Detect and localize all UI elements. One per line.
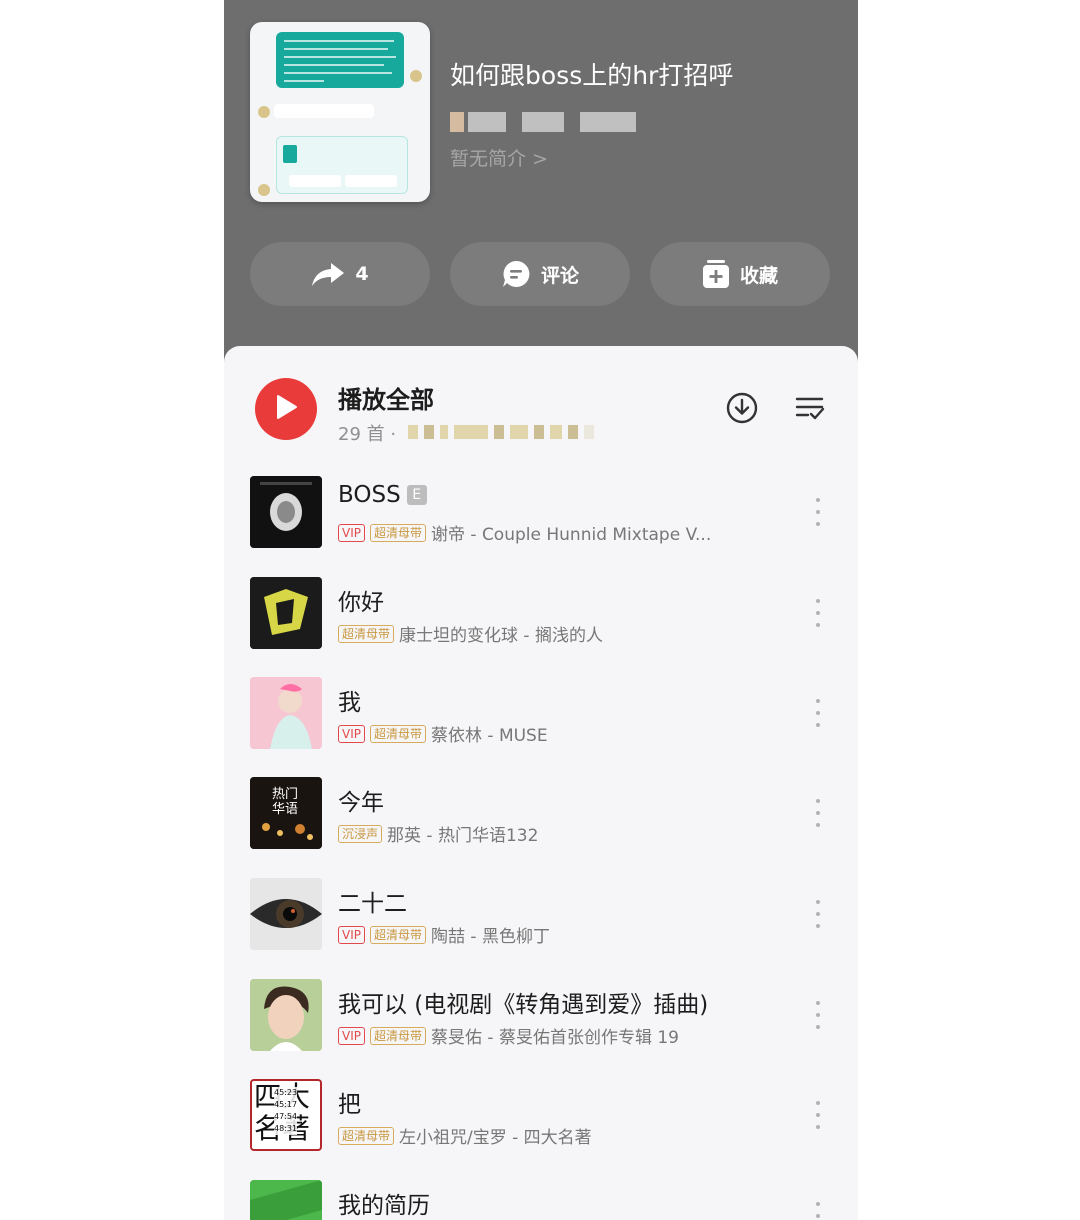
- song-meta: 沉浸声 那英 - 热门华语132: [338, 821, 538, 846]
- song-count: 29 首 ·: [338, 424, 397, 445]
- play-all-label[interactable]: 播放全部: [338, 380, 434, 415]
- song-meta: VIP 超清母带 陶喆 - 黑色柳丁: [338, 922, 550, 947]
- album-cover: 四大名著 45:23 45:17 47:54 48:31: [250, 1079, 322, 1151]
- song-row[interactable]: BOSS E VIP 超清母带 谢帝 - Couple Hunnid Mixtap…: [224, 476, 858, 576]
- song-meta: VIP 超清母带 蔡依林 - MUSE: [338, 721, 548, 746]
- more-options-button[interactable]: [814, 1101, 822, 1129]
- album-cover: [250, 677, 322, 749]
- song-row[interactable]: 热门 华语 今年 沉浸声 那英 - 热门华语132: [224, 777, 858, 877]
- song-row[interactable]: 我 VIP 超清母带 蔡依林 - MUSE: [224, 677, 858, 777]
- more-options-button[interactable]: [814, 498, 822, 526]
- cover-resume-card: [276, 136, 408, 194]
- album-cover: [250, 1180, 322, 1220]
- quality-tag: 超清母带: [369, 724, 426, 743]
- song-row[interactable]: 我的简历: [224, 1180, 858, 1220]
- playlist-cover[interactable]: [250, 22, 430, 202]
- share-count: 4: [355, 263, 369, 285]
- playlist-title: 如何跟boss上的hr打招呼: [450, 61, 734, 90]
- quality-tag: 超清母带: [369, 1026, 426, 1045]
- song-row[interactable]: 二十二 VIP 超清母带 陶喆 - 黑色柳丁: [224, 878, 858, 978]
- playlist-header: 如何跟boss上的hr打招呼 暂无简介 > 4 评论 收藏: [224, 0, 858, 370]
- quality-tag: 超清母带: [338, 1126, 395, 1145]
- share-icon: [311, 261, 345, 287]
- album-cover: 热门 华语: [250, 777, 322, 849]
- vip-tag: VIP: [338, 523, 365, 542]
- album-cover: [250, 878, 322, 950]
- song-meta: 超清母带 左小祖咒/宝罗 - 四大名著: [338, 1123, 592, 1148]
- play-icon: [274, 394, 298, 424]
- comment-label: 评论: [540, 264, 579, 287]
- artist-album: 那英 - 热门华语132: [387, 826, 539, 846]
- vip-tag: VIP: [338, 925, 365, 944]
- song-row[interactable]: 我可以 (电视剧《转角遇到爱》插曲) VIP 超清母带 蔡旻佑 - 蔡旻佑首张创…: [224, 979, 858, 1079]
- multi-select-button[interactable]: [790, 390, 830, 430]
- song-meta: VIP 超清母带 蔡旻佑 - 蔡旻佑首张创作专辑 19: [338, 1023, 679, 1048]
- vip-tag: VIP: [338, 724, 365, 743]
- artist-album: 蔡依林 - MUSE: [431, 726, 548, 746]
- add-collection-icon: [702, 259, 730, 289]
- artist-album: 蔡旻佑 - 蔡旻佑首张创作专辑 19: [431, 1028, 679, 1048]
- song-row[interactable]: 你好 超清母带 康士坦的变化球 - 搁浅的人: [224, 577, 858, 677]
- playlist-intro-link[interactable]: 暂无简介 >: [450, 144, 548, 171]
- more-options-button[interactable]: [814, 799, 822, 827]
- more-options-button[interactable]: [814, 900, 822, 928]
- song-meta: 超清母带 康士坦的变化球 - 搁浅的人: [338, 621, 603, 646]
- update-info-blurred: [408, 424, 600, 442]
- artist-album: 陶喆 - 黑色柳丁: [431, 927, 550, 947]
- download-icon: [725, 391, 759, 429]
- download-button[interactable]: [722, 390, 762, 430]
- album-cover: [250, 476, 322, 548]
- song-title: BOSS E: [338, 482, 427, 508]
- song-row[interactable]: 四大名著 45:23 45:17 47:54 48:31 把 超清母带 左小祖咒…: [224, 1079, 858, 1179]
- song-title: 我可以 (电视剧《转角遇到爱》插曲): [338, 992, 709, 1018]
- share-button[interactable]: 4: [250, 242, 430, 306]
- quality-tag: 超清母带: [369, 925, 426, 944]
- song-title: 二十二: [338, 891, 407, 917]
- play-all-button[interactable]: [255, 378, 317, 440]
- album-cover-text: 热门 华语: [272, 787, 299, 817]
- album-cover: [250, 577, 322, 649]
- song-title: 你好: [338, 590, 384, 616]
- explicit-badge: E: [406, 485, 427, 505]
- immersive-tag: 沉浸声: [338, 824, 383, 843]
- more-options-button[interactable]: [814, 1001, 822, 1029]
- collect-button[interactable]: 收藏: [650, 242, 830, 306]
- list-check-icon: [794, 393, 826, 427]
- artist-album: 谢帝 - Couple Hunnid Mixtape V...: [431, 525, 712, 545]
- comment-icon: [501, 259, 531, 289]
- quality-tag: 超清母带: [369, 523, 426, 542]
- more-options-button[interactable]: [814, 599, 822, 627]
- song-title: 今年: [338, 790, 384, 816]
- collect-label: 收藏: [739, 264, 778, 287]
- quality-tag: 超清母带: [338, 624, 395, 643]
- artist-album: 左小祖咒/宝罗 - 四大名著: [399, 1128, 592, 1148]
- song-title: 我: [338, 690, 361, 716]
- vip-tag: VIP: [338, 1026, 365, 1045]
- album-cover: [250, 979, 322, 1051]
- cover-reply-bubble: [274, 104, 374, 118]
- comment-button[interactable]: 评论: [450, 242, 630, 306]
- more-options-button[interactable]: [814, 1202, 822, 1220]
- song-meta: VIP 超清母带 谢帝 - Couple Hunnid Mixtape V...: [338, 520, 711, 545]
- more-options-button[interactable]: [814, 699, 822, 727]
- song-title: 我的简历: [338, 1193, 430, 1219]
- creator-name-blurred[interactable]: [450, 112, 640, 134]
- song-title: 把: [338, 1092, 361, 1118]
- artist-album: 康士坦的变化球 - 搁浅的人: [399, 626, 603, 646]
- phone-screen: 如何跟boss上的hr打招呼 暂无简介 > 4 评论 收藏 播放全部 29 首 …: [224, 0, 858, 1220]
- cover-chat-bubble: [276, 32, 404, 88]
